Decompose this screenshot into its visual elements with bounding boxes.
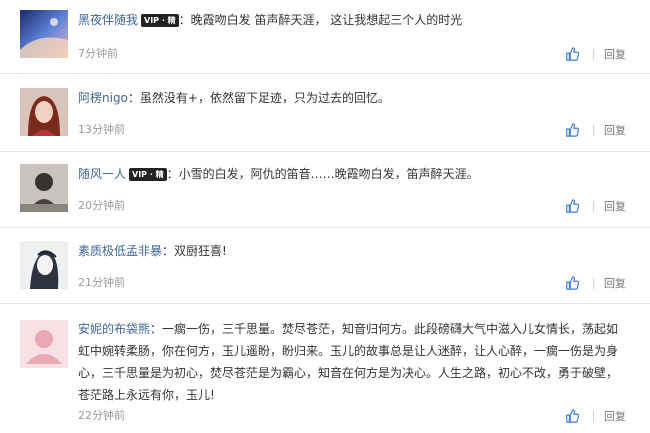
- avatar[interactable]: [20, 10, 68, 58]
- comment-meta: 21分钟前 回复: [78, 275, 626, 291]
- like-thumb-icon[interactable]: [565, 199, 579, 213]
- avatar[interactable]: [20, 241, 68, 289]
- reply-button[interactable]: 回复: [604, 275, 626, 291]
- comment-meta: 22分钟前 回复: [78, 408, 626, 424]
- like-thumb-icon[interactable]: [565, 276, 579, 290]
- username-link[interactable]: 黑夜伴随我: [78, 13, 138, 27]
- avatar-default-pink-icon: [20, 320, 68, 368]
- timestamp: 20分钟前: [78, 199, 125, 212]
- timestamp: 7分钟前: [78, 47, 118, 60]
- like-thumb-icon[interactable]: [565, 47, 579, 61]
- comment-actions: 回复: [565, 46, 626, 62]
- avatar-girl-red-icon: [20, 88, 68, 136]
- comment-item: 阿楞nigo：虽然没有+，依然留下足迹，只为过去的回忆。 13分钟前 回复: [0, 74, 650, 152]
- username-link[interactable]: 随风一人: [78, 167, 126, 181]
- comment-text: 双厨狂喜!: [174, 244, 227, 258]
- comment-item: 随风一人 VIP · 精：小雪的白发，阿仇的笛音……晚霞吻白发，笛声醉天涯。 20…: [0, 152, 650, 228]
- divider: [593, 200, 594, 212]
- timestamp: 22分钟前: [78, 409, 125, 422]
- comment-actions: 回复: [565, 408, 626, 424]
- comment-text: 虽然没有+，依然留下足迹，只为过去的回忆。: [139, 91, 390, 105]
- comment-item: 素质极低孟非暴：双厨狂喜! 21分钟前 回复: [0, 228, 650, 304]
- comment-item: 黑夜伴随我 VIP · 精：晚霞吻白发 笛声醉天涯， 这让我想起三个人的时光 7分…: [0, 0, 650, 74]
- reply-button[interactable]: 回复: [604, 198, 626, 214]
- avatar[interactable]: [20, 88, 68, 136]
- avatar[interactable]: [20, 164, 68, 212]
- comment-meta: 13分钟前 回复: [78, 122, 626, 138]
- comment-body: 安妮的布袋熊：一瘸一伤，三千思量。焚尽苍茫，知音归何方。此段磅礴大气中滋入儿女情…: [78, 322, 619, 402]
- comment-body: 阿楞nigo：虽然没有+，依然留下足迹，只为过去的回忆。: [78, 91, 390, 105]
- reply-button[interactable]: 回复: [604, 122, 626, 138]
- avatar-silhouette-icon: [20, 164, 68, 212]
- comment-meta: 7分钟前 回复: [78, 46, 626, 62]
- timestamp: 13分钟前: [78, 123, 125, 136]
- username-link[interactable]: 安妮的布袋熊: [78, 322, 150, 336]
- timestamp: 21分钟前: [78, 276, 125, 289]
- comment-actions: 回复: [565, 198, 626, 214]
- divider: [593, 277, 594, 289]
- username-link[interactable]: 素质极低孟非暴: [78, 244, 162, 258]
- reply-button[interactable]: 回复: [604, 46, 626, 62]
- vip-badge: VIP · 精: [141, 14, 179, 27]
- comment-list: 黑夜伴随我 VIP · 精：晚霞吻白发 笛声醉天涯， 这让我想起三个人的时光 7分…: [0, 0, 650, 433]
- reply-button[interactable]: 回复: [604, 408, 626, 424]
- avatar[interactable]: [20, 320, 68, 368]
- comment-body: 黑夜伴随我 VIP · 精：晚霞吻白发 笛声醉天涯， 这让我想起三个人的时光: [78, 13, 463, 27]
- comment-actions: 回复: [565, 122, 626, 138]
- comment-text: 晚霞吻白发 笛声醉天涯， 这让我想起三个人的时光: [190, 13, 463, 27]
- like-thumb-icon[interactable]: [565, 409, 579, 423]
- comment-actions: 回复: [565, 275, 626, 291]
- divider: [593, 124, 594, 136]
- comment-body: 素质极低孟非暴：双厨狂喜!: [78, 244, 227, 258]
- divider: [593, 48, 594, 60]
- like-thumb-icon[interactable]: [565, 123, 579, 137]
- comment-text: 小雪的白发，阿仇的笛音……晚霞吻白发，笛声醉天涯。: [178, 167, 479, 181]
- comment-meta: 20分钟前 回复: [78, 198, 626, 214]
- divider: [593, 410, 594, 422]
- avatar-sketch-icon: [20, 241, 68, 289]
- avatar-night-sky-icon: [20, 10, 68, 58]
- vip-badge: VIP · 精: [129, 168, 167, 181]
- username-link[interactable]: 阿楞nigo: [78, 91, 128, 105]
- comment-body: 随风一人 VIP · 精：小雪的白发，阿仇的笛音……晚霞吻白发，笛声醉天涯。: [78, 167, 479, 181]
- comment-item: 安妮的布袋熊：一瘸一伤，三千思量。焚尽苍茫，知音归何方。此段磅礴大气中滋入儿女情…: [0, 304, 650, 433]
